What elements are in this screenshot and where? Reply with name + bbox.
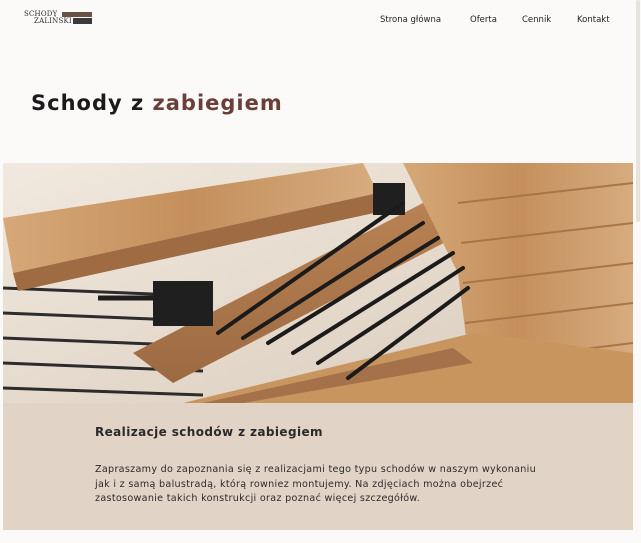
info-panel: Realizacje schodów z zabiegiem Zapraszam… [3, 403, 633, 530]
nav-link-contact[interactable]: Kontakt [577, 14, 610, 26]
page-title-accent: zabiegiem [152, 91, 283, 115]
top-bar: SCHODY ZALIŃSKI Strona główna Oferta Cen… [0, 0, 641, 40]
nav-link-home[interactable]: Strona główna [380, 14, 441, 26]
section-body: Zapraszamy do zapoznania się z realizacj… [95, 464, 537, 504]
nav-link-pricing[interactable]: Cennik [522, 14, 551, 26]
main-nav: Strona główna Oferta Cennik Kontakt [0, 14, 641, 26]
staircase-photo-icon [3, 163, 633, 403]
section-heading: Realizacje schodów z zabiegiem [95, 425, 323, 439]
nav-link-offer[interactable]: Oferta [470, 14, 497, 26]
page-scrollbar[interactable] [636, 0, 640, 222]
page-title: Schody z zabiegiem [31, 87, 283, 119]
hero-image [3, 163, 633, 403]
page-title-plain: Schody z [31, 91, 145, 115]
